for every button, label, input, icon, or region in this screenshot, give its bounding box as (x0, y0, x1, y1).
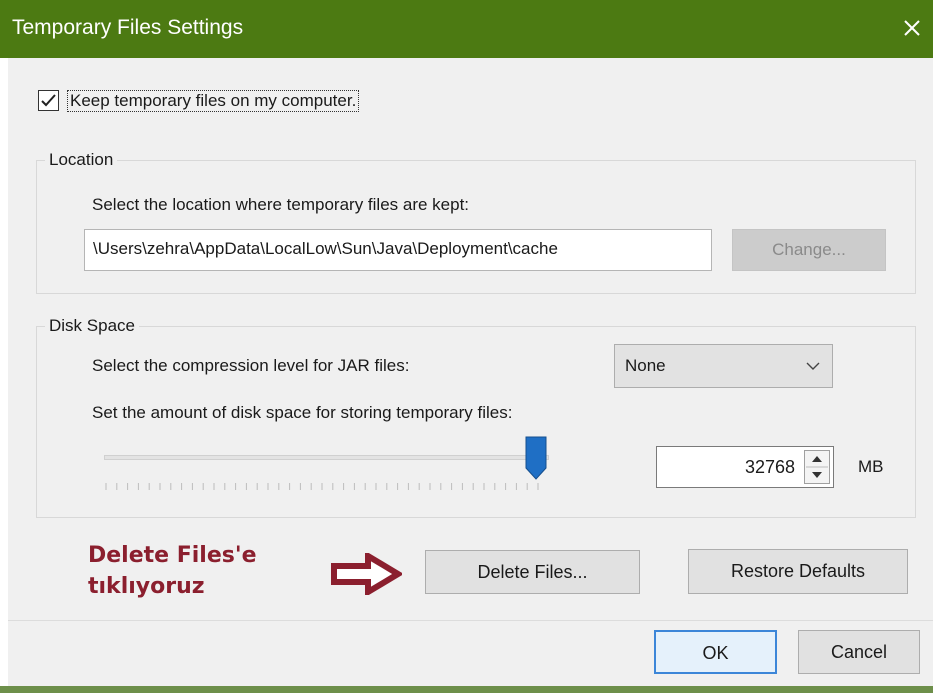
chevron-down-icon (806, 362, 820, 370)
cancel-button[interactable]: Cancel (798, 630, 920, 674)
window-bottom-edge (0, 686, 933, 693)
disk-space-slider-track[interactable] (104, 455, 549, 460)
checkmark-icon (41, 94, 56, 107)
location-path-field[interactable]: \Users\zehra\AppData\LocalLow\Sun\Java\D… (84, 229, 712, 271)
restore-defaults-button[interactable]: Restore Defaults (688, 549, 908, 594)
compression-select[interactable]: None (614, 344, 833, 388)
compression-label: Select the compression level for JAR fil… (92, 356, 410, 375)
location-group (36, 160, 916, 294)
spinner-arrows-icon[interactable] (805, 451, 829, 483)
ok-button[interactable]: OK (654, 630, 777, 674)
disk-space-slider-thumb[interactable] (524, 436, 548, 480)
unit-label: MB (858, 457, 884, 476)
window-title: Temporary Files Settings (12, 16, 244, 39)
annotation-line-2: tıklıyoruz (88, 574, 205, 599)
dialog-edge (0, 58, 8, 693)
footer-divider (8, 620, 933, 621)
title-bar: Temporary Files Settings (0, 0, 933, 58)
delete-files-button[interactable]: Delete Files... (425, 550, 640, 594)
disk-space-group-title: Disk Space (45, 316, 139, 336)
location-group-title: Location (45, 150, 118, 170)
keep-files-label[interactable]: Keep temporary files on my computer. (67, 90, 360, 112)
annotation-text: Delete Files'e tıklıyoruz (88, 540, 257, 602)
close-icon[interactable] (898, 14, 926, 42)
annotation-line-1: Delete Files'e (88, 543, 257, 568)
arrow-right-icon (331, 553, 402, 595)
disk-space-value[interactable]: 32768 (745, 457, 795, 478)
change-button[interactable]: Change... (732, 229, 886, 271)
slider-ticks (105, 483, 539, 490)
keep-files-checkbox[interactable] (38, 90, 59, 111)
disk-space-label: Set the amount of disk space for storing… (92, 403, 513, 422)
disk-space-spinner[interactable]: 32768 (656, 446, 834, 488)
location-description: Select the location where temporary file… (92, 195, 470, 214)
spinner-buttons[interactable] (804, 450, 830, 484)
compression-value: None (625, 356, 666, 375)
